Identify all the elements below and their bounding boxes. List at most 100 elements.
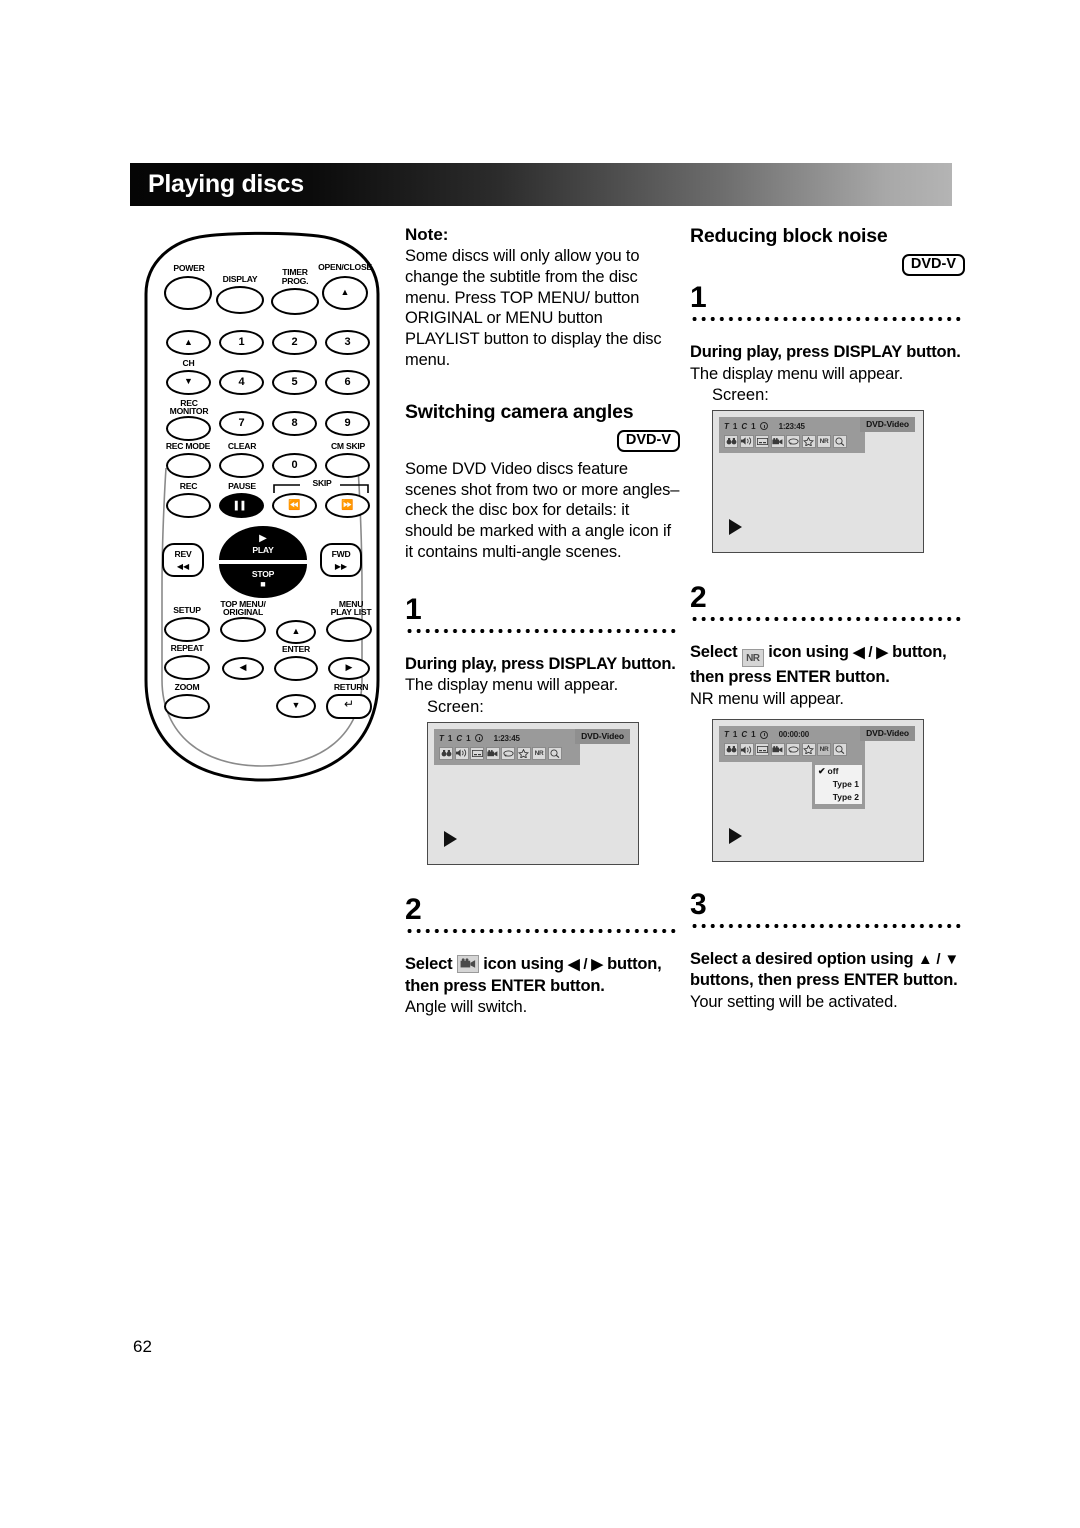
- nr-icon[interactable]: NR: [817, 434, 831, 448]
- top-menu-original-button[interactable]: [220, 617, 266, 642]
- audio-icon[interactable]: [739, 743, 754, 757]
- remote-control-illustration: POWER DISPLAY TIMER PROG. OPEN/CLOSE ▲ ▲…: [136, 228, 388, 788]
- subtitle-icon[interactable]: [470, 746, 484, 760]
- nr-option-type2[interactable]: Type 2: [815, 790, 862, 804]
- enter-button[interactable]: [274, 656, 318, 681]
- display-button[interactable]: [216, 286, 264, 314]
- block-noise-step-3: 3 Select a desired option using ▲ / ▼ bu…: [690, 887, 965, 1013]
- note-block: Note: Some discs will only allow you to …: [405, 225, 680, 371]
- cm-skip-label: CM SKIP: [330, 441, 366, 451]
- setup-button[interactable]: [164, 617, 210, 642]
- search-icon[interactable]: [439, 746, 453, 760]
- camera-angle-icon[interactable]: [485, 746, 500, 760]
- skip-previous-icon: ⏪: [288, 500, 301, 511]
- marker-icon[interactable]: [801, 434, 816, 448]
- marker-icon[interactable]: [516, 746, 531, 760]
- step-text-line2: buttons, then press: [690, 971, 840, 990]
- checkmark-icon: ✔: [818, 765, 826, 776]
- nr-option-type1[interactable]: Type 1: [815, 777, 862, 791]
- zoom-icon[interactable]: [832, 743, 847, 757]
- nr-icon[interactable]: NR: [817, 743, 831, 757]
- nr-option-off[interactable]: ✔ off: [815, 764, 862, 778]
- clear-button[interactable]: [219, 453, 264, 478]
- power-button[interactable]: [164, 276, 212, 310]
- reverse-icon: ◀◀: [176, 562, 190, 571]
- skip-label: SKIP: [312, 478, 332, 488]
- page-number: 62: [133, 1337, 152, 1356]
- block-noise-step-2: 2 Select NR icon using ◀ / ▶ button, the…: [690, 583, 965, 862]
- rec-button[interactable]: [166, 493, 211, 518]
- clear-label: CLEAR: [227, 441, 257, 451]
- page-header: Playing discs: [130, 163, 952, 206]
- top-menu-label-2: ORIGINAL: [222, 607, 263, 617]
- pause-icon: ▌▌: [234, 501, 249, 510]
- search-icon[interactable]: [724, 434, 738, 448]
- osd-chapter-letter: C: [741, 730, 748, 740]
- chevron-down-icon: ▼: [184, 376, 193, 386]
- rec-monitor-button[interactable]: [166, 416, 211, 441]
- osd-icon-row: NR: [724, 743, 861, 757]
- cm-skip-button[interactable]: [325, 453, 370, 478]
- step-text-pre: Select: [690, 643, 738, 662]
- repeat-icon[interactable]: [501, 746, 515, 760]
- timer-prog-button[interactable]: [271, 288, 319, 315]
- enter-label: ENTER: [282, 644, 310, 654]
- subtitle-icon[interactable]: [755, 743, 769, 757]
- screen-label: Screen:: [427, 698, 484, 717]
- rec-label: REC: [179, 481, 198, 491]
- rec-mode-button[interactable]: [166, 453, 211, 478]
- nr-icon[interactable]: NR: [532, 746, 546, 760]
- audio-icon[interactable]: [739, 434, 754, 448]
- middle-column: Note: Some discs will only allow you to …: [405, 225, 680, 1018]
- step-number: 1: [690, 281, 707, 314]
- dvd-v-badge: DVD-V: [901, 254, 965, 276]
- nr-option-label: off: [827, 765, 839, 776]
- nav-right-icon: ▶: [345, 662, 353, 672]
- open-close-label: OPEN/CLOSE: [318, 262, 372, 272]
- forward-label: FWD: [331, 549, 351, 559]
- return-label: RETURN: [333, 682, 369, 692]
- search-icon[interactable]: [724, 743, 738, 757]
- forward-icon: ▶▶: [334, 562, 348, 571]
- step-note: NR menu will appear.: [690, 689, 844, 708]
- camera-angles-intro: Some DVD Video discs feature scenes shot…: [405, 459, 680, 561]
- channel-label: CH: [182, 358, 195, 368]
- menu-play-list-button[interactable]: [326, 617, 372, 642]
- up-down-arrows: ▲ / ▼: [917, 950, 960, 968]
- osd-chapter-letter: C: [456, 733, 463, 743]
- number-7-label: 7: [238, 417, 245, 429]
- disc-type-badge: DVD-Video: [860, 725, 915, 741]
- audio-icon[interactable]: [454, 746, 469, 760]
- pause-label: PAUSE: [228, 481, 256, 491]
- tv-screen-nr-menu: T 1 C 1 00:00:00 NR DVD-Video ✔ off Type…: [712, 718, 924, 862]
- zoom-icon[interactable]: [832, 434, 847, 448]
- repeat-label: REPEAT: [170, 643, 204, 653]
- subtitle-icon[interactable]: [755, 434, 769, 448]
- skip-next-icon: ⏩: [341, 500, 354, 511]
- zoom-button[interactable]: [164, 694, 210, 719]
- number-5-label: 5: [291, 376, 298, 388]
- nr-options-menu[interactable]: ✔ off Type 1 Type 2: [812, 761, 865, 809]
- camera-angle-icon[interactable]: [770, 743, 785, 757]
- dvd-v-badge: DVD-V: [616, 429, 680, 452]
- step-divider: [690, 614, 965, 625]
- osd-chapter-value: 1: [751, 421, 756, 431]
- step-number: 3: [690, 887, 707, 921]
- reverse-label: REV: [174, 549, 192, 559]
- camera-angle-icon[interactable]: [770, 434, 785, 448]
- repeat-icon[interactable]: [786, 743, 800, 757]
- step-instruction: Select NR icon using ◀ / ▶ button, then …: [690, 642, 965, 688]
- play-indicator-icon: [729, 827, 742, 844]
- osd-bar: T 1 C 1 1:23:45 NR: [719, 417, 865, 454]
- left-right-arrows: ◀ / ▶: [568, 956, 603, 974]
- chevron-up-icon: ▲: [184, 337, 193, 347]
- zoom-icon[interactable]: [547, 746, 562, 760]
- number-1-label: 1: [238, 336, 245, 348]
- step-text-pre: Select: [405, 955, 453, 974]
- screen-label: Screen:: [712, 386, 769, 405]
- camera-angles-step-2: 2 Select icon using ◀ / ▶ button, then p…: [405, 895, 680, 1018]
- repeat-icon[interactable]: [786, 434, 800, 448]
- repeat-button[interactable]: [164, 655, 210, 680]
- osd-bar: T 1 C 1 00:00:00 NR: [719, 725, 865, 762]
- marker-icon[interactable]: [801, 743, 816, 757]
